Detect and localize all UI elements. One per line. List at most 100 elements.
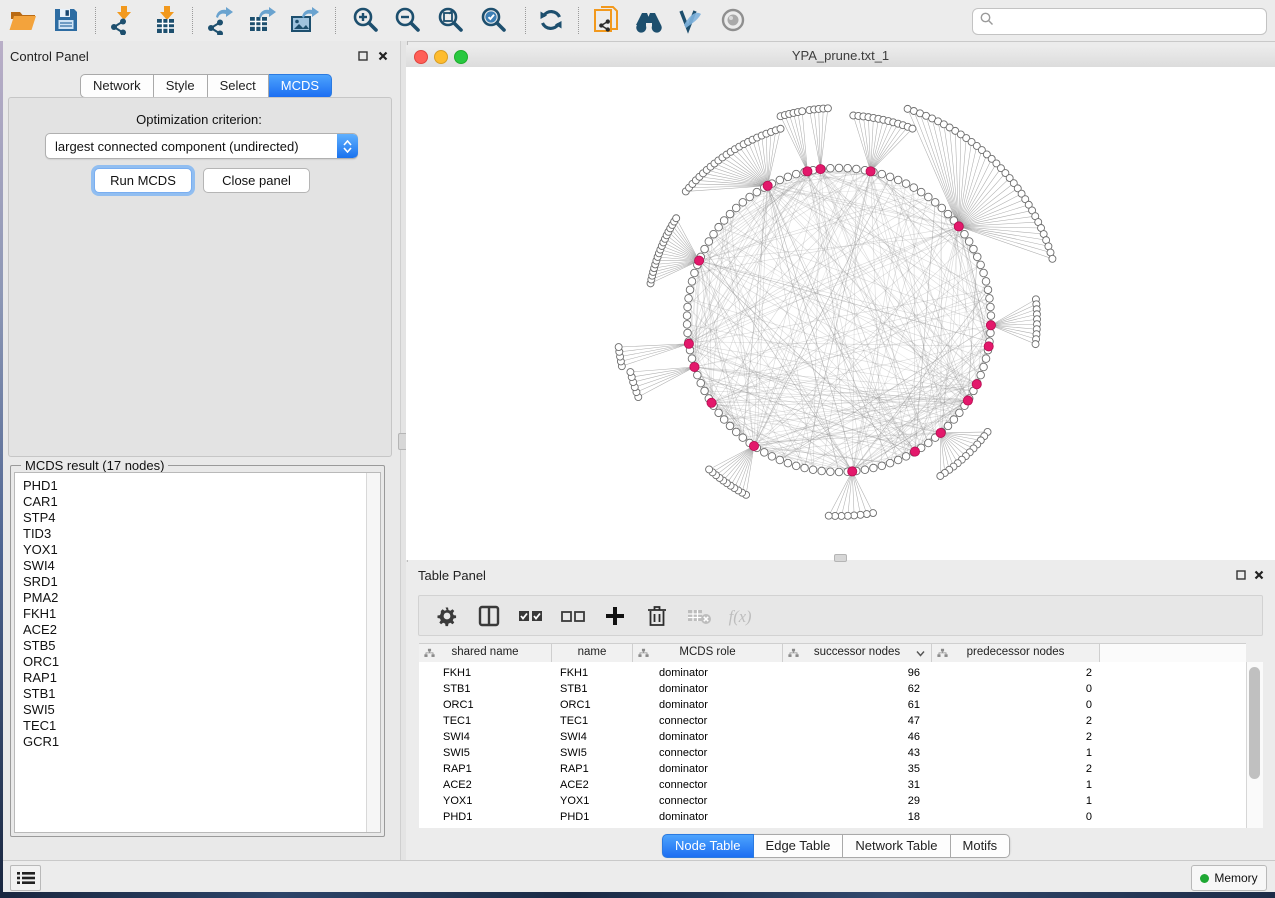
horizontal-splitter-grip[interactable]: [834, 554, 847, 562]
graph-node[interactable]: [683, 312, 691, 320]
graph-node[interactable]: [980, 269, 988, 277]
graph-node[interactable]: [697, 379, 705, 387]
graph-node[interactable]: [753, 188, 761, 196]
tab-network[interactable]: Network: [80, 74, 154, 98]
graph-node[interactable]: [827, 468, 835, 476]
graph-node[interactable]: [1032, 341, 1039, 348]
mcds-result-item[interactable]: SWI4: [15, 558, 380, 574]
graph-node[interactable]: [835, 164, 843, 172]
graph-hub-node[interactable]: [866, 167, 875, 176]
graph-node[interactable]: [776, 176, 784, 184]
graph-node[interactable]: [861, 466, 869, 474]
mcds-result-item[interactable]: GCR1: [15, 734, 380, 750]
tab-mcds[interactable]: MCDS: [269, 74, 332, 98]
graph-node[interactable]: [726, 422, 734, 430]
graph-node[interactable]: [726, 210, 734, 218]
network-window-titlebar[interactable]: YPA_prune.txt_1: [406, 45, 1275, 68]
graph-node[interactable]: [917, 188, 925, 196]
graph-node[interactable]: [673, 215, 680, 222]
graph-node[interactable]: [894, 176, 902, 184]
graph-node[interactable]: [683, 321, 691, 329]
graph-hub-node[interactable]: [803, 167, 812, 176]
delete-row-icon[interactable]: [643, 602, 671, 630]
mcds-result-item[interactable]: SRD1: [15, 574, 380, 590]
mcds-result-item[interactable]: SWI5: [15, 702, 380, 718]
mcds-result-item[interactable]: STB5: [15, 638, 380, 654]
column-header-shared-name[interactable]: shared name: [419, 644, 552, 663]
graph-node[interactable]: [937, 472, 944, 479]
graph-hub-node[interactable]: [984, 342, 993, 351]
table-row[interactable]: SWI5SWI5connector431: [419, 745, 1246, 761]
mcds-result-item[interactable]: PHD1: [15, 478, 380, 494]
graph-node[interactable]: [878, 462, 886, 470]
tab-motifs[interactable]: Motifs: [951, 834, 1011, 858]
zoom-fit-icon[interactable]: [434, 3, 468, 37]
run-mcds-button[interactable]: Run MCDS: [94, 168, 192, 193]
graph-hub-node[interactable]: [816, 165, 825, 174]
binoculars-icon[interactable]: [632, 3, 666, 37]
graph-hub-node[interactable]: [749, 441, 758, 450]
table-row[interactable]: TEC1TEC1connector472: [419, 713, 1246, 729]
float-panel-icon[interactable]: [356, 49, 370, 63]
graph-node[interactable]: [1049, 255, 1056, 262]
graph-hub-node[interactable]: [690, 362, 699, 371]
graph-node[interactable]: [688, 355, 696, 363]
column-header-MCDS-role[interactable]: MCDS role: [633, 644, 783, 663]
node-table[interactable]: FKH1FKH1dominator962STB1STB1dominator620…: [419, 662, 1246, 828]
deselect-all-rows-icon[interactable]: [559, 602, 587, 630]
mcds-result-item[interactable]: FKH1: [15, 606, 380, 622]
graph-node[interactable]: [950, 416, 958, 424]
graph-node[interactable]: [701, 387, 709, 395]
graph-node[interactable]: [886, 173, 894, 181]
graph-node[interactable]: [627, 369, 634, 376]
column-header-successor-nodes[interactable]: successor nodes: [783, 644, 932, 663]
network-document-icon[interactable]: [590, 3, 624, 37]
graph-node[interactable]: [878, 170, 886, 178]
graph-hub-node[interactable]: [763, 181, 772, 190]
tab-edge-table[interactable]: Edge Table: [754, 834, 844, 858]
graph-node[interactable]: [902, 180, 910, 188]
graph-node[interactable]: [987, 329, 995, 337]
graph-node[interactable]: [701, 245, 709, 253]
graph-node[interactable]: [792, 170, 800, 178]
graph-node[interactable]: [827, 164, 835, 172]
graph-node[interactable]: [746, 193, 754, 201]
mcds-result-list[interactable]: PHD1CAR1STP4TID3YOX1SWI4SRD1PMA2FKH1ACE2…: [14, 472, 381, 833]
table-scrollbar[interactable]: [1246, 662, 1263, 828]
graph-node[interactable]: [732, 428, 740, 436]
tab-style[interactable]: Style: [154, 74, 208, 98]
graph-node[interactable]: [784, 459, 792, 467]
graph-hub-node[interactable]: [910, 447, 919, 456]
table-settings-gear-icon[interactable]: [433, 602, 461, 630]
show-columns-icon[interactable]: [475, 602, 503, 630]
graph-node[interactable]: [894, 456, 902, 464]
table-row[interactable]: FKH1FKH1dominator962: [419, 665, 1246, 681]
mcds-result-item[interactable]: RAP1: [15, 670, 380, 686]
graph-node[interactable]: [739, 199, 747, 207]
graph-hub-node[interactable]: [694, 256, 703, 265]
graph-node[interactable]: [818, 467, 826, 475]
graph-node[interactable]: [984, 286, 992, 294]
graph-node[interactable]: [965, 238, 973, 246]
graph-node[interactable]: [956, 409, 964, 417]
table-row[interactable]: ACE2ACE2connector311: [419, 777, 1246, 793]
graph-node[interactable]: [685, 295, 693, 303]
search-box[interactable]: [972, 8, 1267, 35]
graph-node[interactable]: [686, 286, 694, 294]
graph-node[interactable]: [870, 510, 877, 517]
graph-node[interactable]: [825, 512, 832, 519]
mcds-result-item[interactable]: ACE2: [15, 622, 380, 638]
graph-node[interactable]: [970, 245, 978, 253]
import-table-icon[interactable]: [149, 3, 183, 37]
graph-node[interactable]: [910, 184, 918, 192]
zoom-out-icon[interactable]: [391, 3, 425, 37]
open-file-icon[interactable]: [6, 3, 40, 37]
table-row[interactable]: SWI4SWI4dominator462: [419, 729, 1246, 745]
column-header-name[interactable]: name: [552, 644, 633, 663]
mcds-result-item[interactable]: YOX1: [15, 542, 380, 558]
graph-node[interactable]: [801, 464, 809, 472]
graph-hub-node[interactable]: [936, 428, 945, 437]
task-history-button[interactable]: [10, 865, 41, 891]
memory-button[interactable]: Memory: [1191, 865, 1267, 891]
import-network-icon[interactable]: [104, 3, 138, 37]
